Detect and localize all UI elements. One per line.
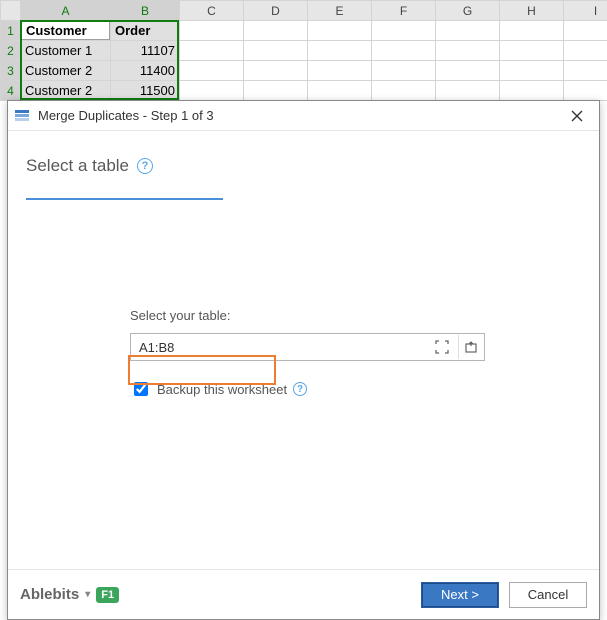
cell[interactable] (500, 21, 564, 41)
brand-menu[interactable]: Ablebits ▾ F1 (20, 586, 411, 603)
column-header[interactable]: I (564, 1, 607, 21)
merge-duplicates-icon (14, 108, 30, 124)
close-button[interactable] (561, 104, 593, 128)
brand-label: Ablebits (20, 586, 79, 603)
cell[interactable]: Customer 2 (21, 81, 111, 101)
expand-icon (464, 340, 478, 354)
cell[interactable] (436, 41, 500, 61)
next-button[interactable]: Next > (421, 582, 499, 608)
step-progress-bar (26, 198, 223, 200)
row-header[interactable]: 1 (1, 21, 21, 41)
cell[interactable] (180, 81, 244, 101)
dialog-footer: Ablebits ▾ F1 Next > Cancel (8, 569, 599, 619)
cell[interactable]: Order (111, 21, 180, 41)
step-heading-text: Select a table (26, 156, 129, 176)
cell[interactable] (244, 81, 308, 101)
cell[interactable] (564, 61, 607, 81)
cell[interactable]: 11107 (111, 41, 180, 61)
cell[interactable]: Customer 2 (21, 61, 111, 81)
row-header[interactable]: 3 (1, 61, 21, 81)
cell[interactable] (244, 61, 308, 81)
select-range-button[interactable] (430, 335, 454, 359)
chevron-down-icon: ▾ (85, 589, 90, 600)
expand-range-button[interactable] (458, 335, 482, 359)
backup-checkbox[interactable] (134, 382, 148, 396)
cell[interactable] (180, 21, 244, 41)
cell[interactable] (372, 81, 436, 101)
row-header[interactable]: 4 (1, 81, 21, 101)
cell[interactable] (564, 21, 607, 41)
cell[interactable]: 11500 (111, 81, 180, 101)
form-area: Select your table: (130, 308, 485, 399)
cell[interactable] (500, 61, 564, 81)
help-icon[interactable]: ? (293, 382, 307, 396)
column-header[interactable]: H (500, 1, 564, 21)
cell[interactable] (436, 81, 500, 101)
cell[interactable] (180, 61, 244, 81)
select-all-corner[interactable] (1, 1, 21, 21)
close-icon (571, 110, 583, 122)
cell[interactable] (436, 61, 500, 81)
row-header[interactable]: 2 (1, 41, 21, 61)
column-header[interactable]: G (436, 1, 500, 21)
select-range-icon (435, 340, 449, 354)
cell[interactable] (308, 61, 372, 81)
column-header[interactable]: E (308, 1, 372, 21)
dialog-titlebar: Merge Duplicates - Step 1 of 3 (8, 101, 599, 131)
cell[interactable] (436, 21, 500, 41)
merge-duplicates-dialog: Merge Duplicates - Step 1 of 3 Select a … (7, 100, 600, 620)
cell[interactable] (500, 81, 564, 101)
cell[interactable] (180, 41, 244, 61)
column-header[interactable]: C (180, 1, 244, 21)
cell[interactable] (244, 41, 308, 61)
backup-label: Backup this worksheet (157, 382, 287, 397)
cell[interactable]: Customer 1 (21, 41, 111, 61)
backup-row: Backup this worksheet ? (130, 379, 485, 399)
cell[interactable] (372, 61, 436, 81)
cell[interactable] (372, 21, 436, 41)
cell[interactable] (564, 41, 607, 61)
range-field (130, 333, 485, 361)
column-header[interactable]: F (372, 1, 436, 21)
active-cell[interactable]: Customer (22, 22, 110, 40)
step-heading: Select a table ? (26, 156, 581, 176)
spreadsheet-grid[interactable]: A B C D E F G H I 1 Order 2 Customer 1 1… (0, 0, 607, 101)
dialog-title: Merge Duplicates - Step 1 of 3 (38, 108, 553, 123)
cell[interactable]: 11400 (111, 61, 180, 81)
f1-badge[interactable]: F1 (96, 587, 119, 603)
cell[interactable] (564, 81, 607, 101)
column-header[interactable]: D (244, 1, 308, 21)
column-header[interactable]: A (21, 1, 111, 21)
help-icon[interactable]: ? (137, 158, 153, 174)
cell[interactable] (308, 41, 372, 61)
cell[interactable] (372, 41, 436, 61)
cell[interactable] (500, 41, 564, 61)
column-header[interactable]: B (111, 1, 180, 21)
cell[interactable] (308, 81, 372, 101)
cell[interactable] (308, 21, 372, 41)
cell[interactable] (244, 21, 308, 41)
select-table-label: Select your table: (130, 308, 485, 323)
dialog-body: Select a table ? Select your table: (8, 131, 599, 569)
cancel-button[interactable]: Cancel (509, 582, 587, 608)
range-input[interactable] (131, 334, 428, 360)
